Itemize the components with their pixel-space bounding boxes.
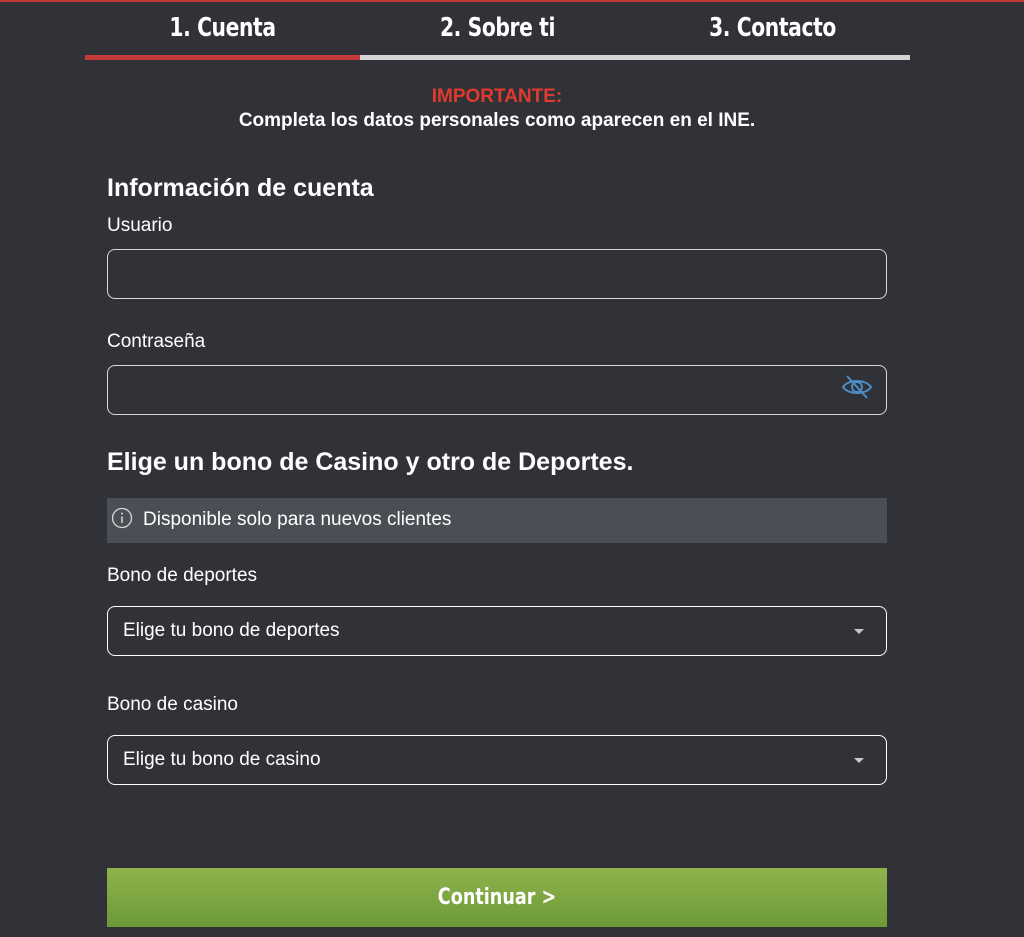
casino-bonus-select[interactable]: Elige tu bono de casino: [107, 735, 887, 785]
continue-button[interactable]: Continuar >: [107, 868, 887, 927]
important-message: Completa los datos personales como apare…: [238, 110, 756, 131]
casino-bonus-value: Elige tu bono de casino: [123, 749, 321, 770]
info-icon: [111, 507, 133, 529]
step-cuenta[interactable]: 1. Cuenta: [115, 2, 330, 56]
sports-bonus-label: Bono de deportes: [107, 565, 258, 586]
important-heading: IMPORTANTE:: [431, 86, 563, 107]
info-text: Disponible solo para nuevos clientes: [143, 509, 452, 530]
step-1-indicator: [85, 55, 360, 60]
password-input[interactable]: [107, 365, 887, 415]
casino-bonus-label: Bono de casino: [107, 694, 238, 715]
sports-bonus-value: Elige tu bono de deportes: [123, 620, 340, 641]
eye-slash-icon[interactable]: [840, 373, 874, 401]
chevron-down-icon: [854, 629, 864, 634]
username-input[interactable]: [107, 249, 887, 299]
bonus-section-title: Elige un bono de Casino y otro de Deport…: [107, 448, 634, 476]
step-contacto[interactable]: 3. Contacto: [665, 2, 880, 56]
step-sobre-ti[interactable]: 2. Sobre ti: [390, 2, 605, 56]
username-label: Usuario: [107, 215, 173, 236]
progress-steps: 1. Cuenta 2. Sobre ti 3. Contacto: [85, 2, 910, 62]
chevron-down-icon: [854, 758, 864, 763]
password-label: Contraseña: [107, 331, 206, 352]
info-banner: Disponible solo para nuevos clientes: [107, 498, 887, 543]
sports-bonus-select[interactable]: Elige tu bono de deportes: [107, 606, 887, 656]
step-3-indicator: [635, 55, 910, 60]
continue-label: Continuar >: [437, 885, 557, 910]
step-2-indicator: [360, 55, 635, 60]
account-section-title: Información de cuenta: [107, 174, 374, 202]
